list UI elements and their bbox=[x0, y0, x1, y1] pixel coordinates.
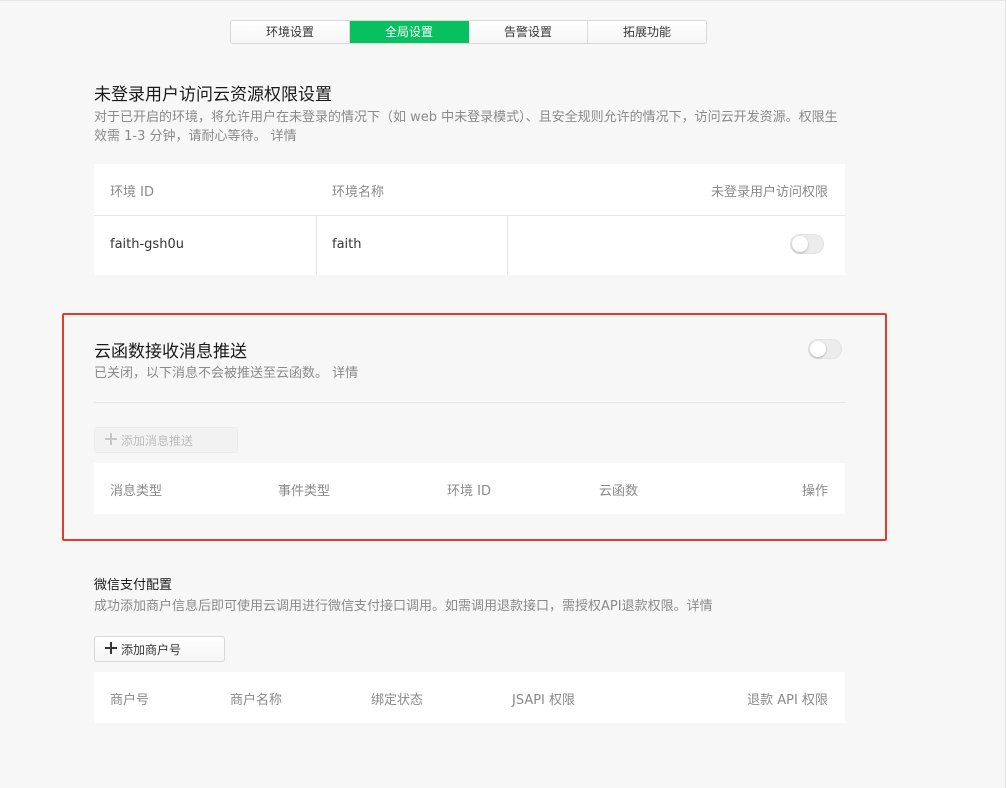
column-header-cloud-function: 云函数 bbox=[599, 484, 639, 499]
pay-description-text: 成功添加商户信息后即可使用云调用进行微信支付接口调用。如需调用退款接口，需授权A… bbox=[94, 599, 687, 614]
settings-tabs: 环境设置 全局设置 告警设置 拓展功能 bbox=[230, 20, 707, 44]
add-merchant-label: 添加商户号 bbox=[121, 642, 182, 657]
access-table: 环境 ID 环境名称 未登录用户访问权限 faith-gsh0u faith bbox=[94, 164, 845, 275]
column-header-env-id: 环境 ID bbox=[110, 185, 154, 200]
column-header-refund-api: 退款 API 权限 bbox=[747, 693, 828, 708]
column-header-env-name: 环境名称 bbox=[332, 185, 385, 200]
column-header-actions: 操作 bbox=[801, 484, 828, 499]
column-header-anon-access: 未登录用户访问权限 bbox=[710, 185, 828, 200]
anon-access-toggle[interactable] bbox=[790, 234, 824, 254]
tab-environment[interactable]: 环境设置 bbox=[231, 21, 350, 43]
plus-icon bbox=[105, 642, 117, 654]
pay-description: 成功添加商户信息后即可使用云调用进行微信支付接口调用。如需调用退款接口，需授权A… bbox=[94, 597, 713, 616]
push-status-text: 已关闭，以下消息不会被推送至云函数。 bbox=[94, 366, 329, 381]
toggle-knob bbox=[792, 236, 808, 252]
pay-section-title: 微信支付配置 bbox=[94, 578, 173, 593]
add-push-label: 添加消息推送 bbox=[121, 433, 194, 448]
column-header-merchant-id: 商户号 bbox=[110, 693, 150, 708]
access-details-link[interactable]: 详情 bbox=[271, 129, 297, 144]
column-divider bbox=[507, 216, 508, 275]
env-id-cell: faith-gsh0u bbox=[110, 237, 184, 252]
push-details-link[interactable]: 详情 bbox=[332, 366, 358, 381]
add-push-button[interactable]: 添加消息推送 bbox=[94, 427, 238, 453]
column-header-env-id: 环境 ID bbox=[447, 484, 491, 499]
column-header-event-type: 事件类型 bbox=[278, 484, 331, 499]
top-border bbox=[0, 0, 1006, 1]
section-divider bbox=[94, 402, 845, 403]
tab-alerts[interactable]: 告警设置 bbox=[469, 21, 588, 43]
column-header-jsapi: JSAPI 权限 bbox=[512, 693, 576, 708]
push-section-title: 云函数接收消息推送 bbox=[94, 342, 247, 362]
env-name-cell: faith bbox=[332, 237, 362, 252]
access-description-line1: 对于已开启的环境，将允许用户在未登录的情况下（如 web 中未登录模式）、且安全… bbox=[94, 110, 838, 125]
tab-extensions[interactable]: 拓展功能 bbox=[588, 21, 706, 43]
access-section-title: 未登录用户访问云资源权限设置 bbox=[94, 85, 332, 105]
column-header-binding-status: 绑定状态 bbox=[371, 693, 424, 708]
access-description-line2: 效需 1-3 分钟，请耐心等待。 bbox=[94, 129, 267, 144]
table-header-divider bbox=[94, 215, 845, 216]
column-header-merchant-name: 商户名称 bbox=[230, 693, 283, 708]
access-description: 对于已开启的环境，将允许用户在未登录的情况下（如 web 中未登录模式）、且安全… bbox=[94, 108, 854, 146]
plus-icon bbox=[105, 433, 117, 445]
column-divider bbox=[316, 216, 317, 275]
column-header-message-type: 消息类型 bbox=[110, 484, 163, 499]
push-table: 消息类型 事件类型 环境 ID 云函数 操作 bbox=[94, 463, 845, 514]
tab-global[interactable]: 全局设置 bbox=[350, 21, 469, 43]
push-status: 已关闭，以下消息不会被推送至云函数。 详情 bbox=[94, 364, 358, 383]
toggle-knob bbox=[810, 341, 826, 357]
merchant-table: 商户号 商户名称 绑定状态 JSAPI 权限 退款 API 权限 bbox=[94, 672, 845, 723]
pay-details-link[interactable]: 详情 bbox=[687, 599, 713, 614]
push-toggle[interactable] bbox=[808, 339, 842, 359]
add-merchant-button[interactable]: 添加商户号 bbox=[94, 636, 225, 662]
